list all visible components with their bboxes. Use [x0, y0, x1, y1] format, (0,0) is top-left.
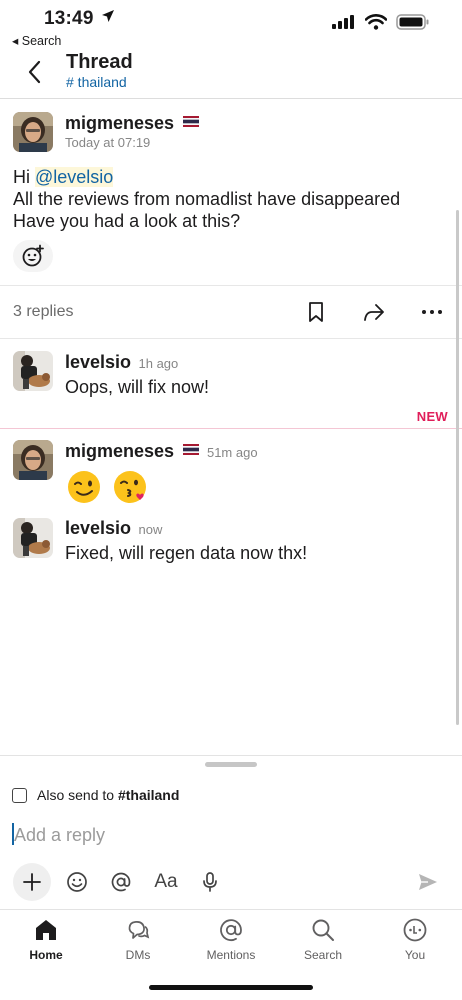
at-sign-icon — [111, 872, 131, 892]
scrollbar[interactable] — [456, 210, 459, 725]
tab-search[interactable]: Search — [288, 917, 358, 962]
mentions-icon — [220, 919, 242, 942]
avatar-levelsio[interactable] — [13, 351, 53, 391]
microphone-icon — [203, 872, 217, 892]
wifi-icon — [365, 14, 387, 30]
reply-text: Oops, will fix now! — [65, 377, 210, 397]
back-to-search-link[interactable]: ◂ Search — [12, 33, 61, 48]
parent-author-row: migmeneses — [65, 113, 199, 134]
avatar-migmeneses[interactable] — [13, 112, 53, 152]
reply-text: Fixed, will regen data now thx! — [65, 543, 308, 563]
kiss-emoji-icon — [114, 471, 146, 503]
divider — [0, 285, 462, 286]
parent-timestamp: Today at 07:19 — [65, 135, 151, 150]
cellular-signal-icon — [332, 15, 354, 29]
tab-home[interactable]: Home — [11, 917, 81, 962]
format-text-button[interactable]: Aa — [152, 870, 180, 894]
new-messages-line — [0, 428, 462, 429]
author-name[interactable]: migmeneses — [65, 441, 174, 461]
reply-time: now — [138, 522, 163, 537]
tab-you[interactable]: You — [380, 917, 450, 962]
also-send-label[interactable]: Also send to #thailand — [37, 787, 179, 803]
author-name[interactable]: migmeneses — [65, 113, 174, 133]
composer-grabber[interactable] — [205, 762, 257, 767]
reply-time: 1h ago — [138, 356, 179, 371]
location-arrow-icon — [102, 10, 115, 22]
home-indicator[interactable] — [149, 985, 313, 990]
home-icon — [36, 920, 56, 940]
thread-title: Thread — [66, 51, 133, 73]
bookmark-icon[interactable] — [304, 300, 328, 324]
plus-icon — [23, 873, 41, 891]
parent-message-line3: Have you had a look at this? — [13, 211, 241, 231]
channel-link[interactable]: # thailand — [66, 74, 127, 90]
avatar-migmeneses[interactable] — [13, 440, 53, 480]
parent-message-line2: All the reviews from nomadlist have disa… — [13, 189, 401, 209]
replies-count: 3 replies — [13, 303, 74, 320]
thailand-flag-icon — [182, 444, 199, 455]
composer-divider — [0, 755, 462, 756]
share-icon[interactable] — [362, 300, 386, 324]
voice-button[interactable] — [198, 870, 222, 894]
wink-emoji-icon — [68, 471, 100, 503]
add-reaction-button[interactable] — [13, 240, 53, 272]
author-name[interactable]: levelsio — [65, 518, 131, 538]
thailand-flag-icon — [182, 116, 199, 127]
profile-icon — [403, 918, 427, 942]
status-indicators — [332, 14, 430, 30]
reply-input[interactable] — [14, 822, 434, 848]
mention-levelsio[interactable]: @levelsio — [35, 167, 114, 187]
divider — [0, 338, 462, 339]
reply-author-row: migmeneses 51m ago — [65, 441, 258, 462]
tab-dms[interactable]: DMs — [103, 917, 173, 962]
add-attachment-button[interactable] — [13, 863, 51, 901]
status-time: 13:49 — [44, 8, 115, 30]
more-icon[interactable] — [420, 300, 444, 324]
new-messages-label: NEW — [416, 409, 448, 424]
tabbar-divider — [0, 909, 462, 910]
tab-mentions[interactable]: Mentions — [196, 917, 266, 962]
emoji-button[interactable] — [65, 870, 89, 894]
reply-author-row: levelsio 1h ago — [65, 352, 178, 373]
avatar-levelsio[interactable] — [13, 518, 53, 558]
dms-icon — [128, 921, 150, 939]
smiley-icon — [67, 872, 87, 892]
reply-author-row: levelsio now — [65, 518, 162, 539]
reply-time: 51m ago — [206, 445, 258, 460]
send-button[interactable] — [416, 870, 440, 894]
header-divider — [0, 98, 462, 99]
mention-button[interactable] — [109, 870, 133, 894]
battery-icon — [396, 14, 429, 30]
also-send-checkbox[interactable] — [12, 788, 27, 803]
back-chevron-icon[interactable] — [24, 57, 50, 87]
send-icon — [419, 874, 437, 890]
search-icon — [312, 919, 334, 941]
add-emoji-icon — [22, 244, 44, 267]
parent-message-line1: Hi @levelsio — [13, 167, 114, 187]
author-name[interactable]: levelsio — [65, 352, 131, 372]
